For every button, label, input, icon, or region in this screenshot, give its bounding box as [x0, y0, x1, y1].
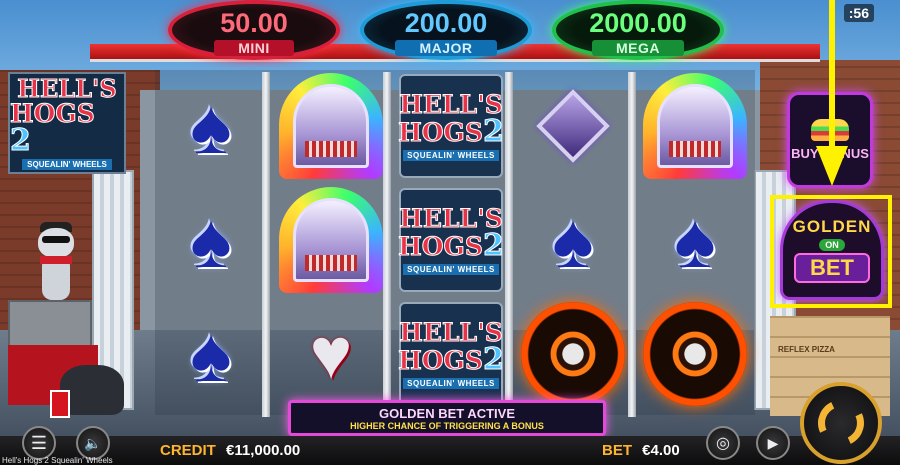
- game-logo: HELL'S HOGS 2 SQUEALIN' WHEELS: [8, 72, 126, 174]
- heart-symbol-icon: ♥: [309, 314, 353, 394]
- reel-cell: ♠: [639, 184, 751, 296]
- cat-scarf: [40, 256, 72, 264]
- pointer-arrow-shaft: [829, 0, 835, 150]
- reel-cell: [639, 298, 751, 410]
- logo-symbol-subtitle: SQUEALIN' WHEELS: [403, 149, 499, 161]
- jackpot-mega-value: 2000.00: [589, 8, 687, 38]
- cat-mascot: [28, 222, 84, 304]
- play-icon: ▶: [767, 434, 779, 451]
- spade-symbol-icon: ♠: [190, 310, 232, 398]
- reel-cell: [275, 184, 387, 296]
- jackpot-major-label: MAJOR: [395, 40, 497, 56]
- logo-symbol-line2: HOGS2: [398, 341, 505, 377]
- flaming-wheel-symbol-icon: [521, 302, 625, 406]
- spade-symbol-icon: ♠: [190, 196, 232, 284]
- logo-symbol-line2: HOGS2: [398, 113, 505, 149]
- reel-cell: [517, 298, 629, 410]
- reel-cell: ♠: [517, 184, 629, 296]
- banner-subtitle: HIGHER CHANCE OF TRIGGERING A BONUS: [350, 420, 544, 431]
- reel-divider: [383, 72, 391, 417]
- reel-divider: [262, 72, 270, 417]
- reel-cell: ♠: [155, 298, 267, 410]
- reel-cell: [517, 70, 629, 182]
- spade-symbol-icon: ♠: [190, 82, 232, 170]
- jukebox-symbol-icon: [279, 73, 383, 179]
- pizza-box-label: REFLEX PIZZA: [778, 345, 835, 354]
- bet-display: BET €4.00: [602, 442, 680, 459]
- jukebox-symbol-icon: [279, 187, 383, 293]
- reel-cell: ♥: [275, 298, 387, 410]
- logo-symbol-word: HOGS: [398, 231, 484, 261]
- logo-symbol-number: 2: [482, 227, 504, 263]
- jukebox-grille: [669, 141, 721, 157]
- reel-divider: [505, 72, 513, 417]
- pointer-arrow-icon: [816, 146, 848, 186]
- logo-symbol-line2: HOGS2: [398, 227, 505, 263]
- jackpot-major-value: 200.00: [404, 8, 488, 38]
- logo-wild-symbol: HELL'S HOGS2 SQUEALIN' WHEELS: [398, 302, 505, 406]
- cat-sunglasses: [42, 236, 70, 243]
- jackpot-mega-label: MEGA: [592, 40, 684, 56]
- game-name: Hell's Hogs 2 Squealin' Wheels: [2, 456, 113, 465]
- flaming-wheel-symbol-icon: [643, 302, 747, 406]
- reel-cell: HELL'S HOGS2 SQUEALIN' WHEELS: [395, 298, 507, 410]
- red-cup: [50, 390, 70, 418]
- hamburger-menu-icon: ☰: [30, 432, 48, 453]
- logo-symbol-number: 2: [482, 113, 504, 149]
- bet-label: BET: [602, 442, 632, 459]
- reel-divider: [628, 72, 636, 417]
- golden-bet-banner: GOLDEN BET ACTIVE HIGHER CHANCE OF TRIGG…: [288, 400, 606, 436]
- credit-display: CREDIT €11,000.00: [160, 442, 300, 459]
- sound-button[interactable]: 🔈: [76, 426, 110, 460]
- menu-button[interactable]: ☰: [22, 426, 56, 460]
- game-logo-number: 2: [10, 122, 32, 158]
- jackpot-mega: 2000.00 MEGA: [552, 0, 724, 60]
- banner-title: GOLDEN BET ACTIVE: [378, 405, 516, 421]
- jukebox-grille: [305, 255, 357, 271]
- credit-label: CREDIT: [160, 442, 216, 459]
- bet-chips-button[interactable]: ◎: [706, 426, 740, 460]
- logo-wild-symbol: HELL'S HOGS2 SQUEALIN' WHEELS: [398, 188, 505, 292]
- game-logo-line2: HOGS 2: [10, 100, 124, 158]
- reel-cell: HELL'S HOGS2 SQUEALIN' WHEELS: [395, 70, 507, 182]
- jackpot-mini-label: MINI: [214, 40, 294, 56]
- reel-cell: ♠: [155, 70, 267, 182]
- cat-head: [38, 228, 74, 258]
- speaker-muted-icon: 🔈: [84, 434, 102, 451]
- jukebox-symbol-icon: [643, 73, 747, 179]
- jackpot-major: 200.00 MAJOR: [360, 0, 532, 60]
- game-logo-line1: HELL'S: [17, 73, 117, 103]
- chip-stack-icon: ◎: [716, 435, 730, 452]
- reel-area: ♠ ♠ ♠ ♥ HELL'S HOGS2 SQUEALIN' WHEELS HELL'S HOG…: [155, 70, 755, 415]
- jukebox-grille: [305, 141, 357, 157]
- logo-symbol-subtitle: SQUEALIN' WHEELS: [403, 377, 499, 389]
- reel-cell: [639, 70, 751, 182]
- logo-symbol-word: HOGS: [398, 345, 484, 375]
- bet-value: €4.00: [642, 442, 680, 459]
- autoplay-button[interactable]: ▶: [756, 426, 790, 460]
- reel-cell: [275, 70, 387, 182]
- game-logo-subtitle: SQUEALIN' WHEELS: [22, 158, 112, 170]
- logo-symbol-number: 2: [482, 341, 504, 377]
- credit-value: €11,000.00: [226, 442, 301, 459]
- logo-symbol-word: HOGS: [398, 117, 484, 147]
- diamond-symbol-icon: [536, 89, 610, 163]
- logo-symbol-subtitle: SQUEALIN' WHEELS: [403, 263, 499, 275]
- logo-wild-symbol: HELL'S HOGS2 SQUEALIN' WHEELS: [398, 74, 505, 178]
- jackpot-mini-value: 50.00: [220, 8, 288, 38]
- spin-button[interactable]: [800, 382, 882, 464]
- highlight-box: [770, 195, 892, 308]
- jackpot-mini: 50.00 MINI: [168, 0, 340, 60]
- spade-symbol-icon: ♠: [674, 196, 716, 284]
- spin-arrows-icon: [811, 393, 871, 453]
- reel-cell: ♠: [155, 184, 267, 296]
- clock: :56: [843, 4, 874, 22]
- spade-symbol-icon: ♠: [552, 196, 594, 284]
- reel-cell: HELL'S HOGS2 SQUEALIN' WHEELS: [395, 184, 507, 296]
